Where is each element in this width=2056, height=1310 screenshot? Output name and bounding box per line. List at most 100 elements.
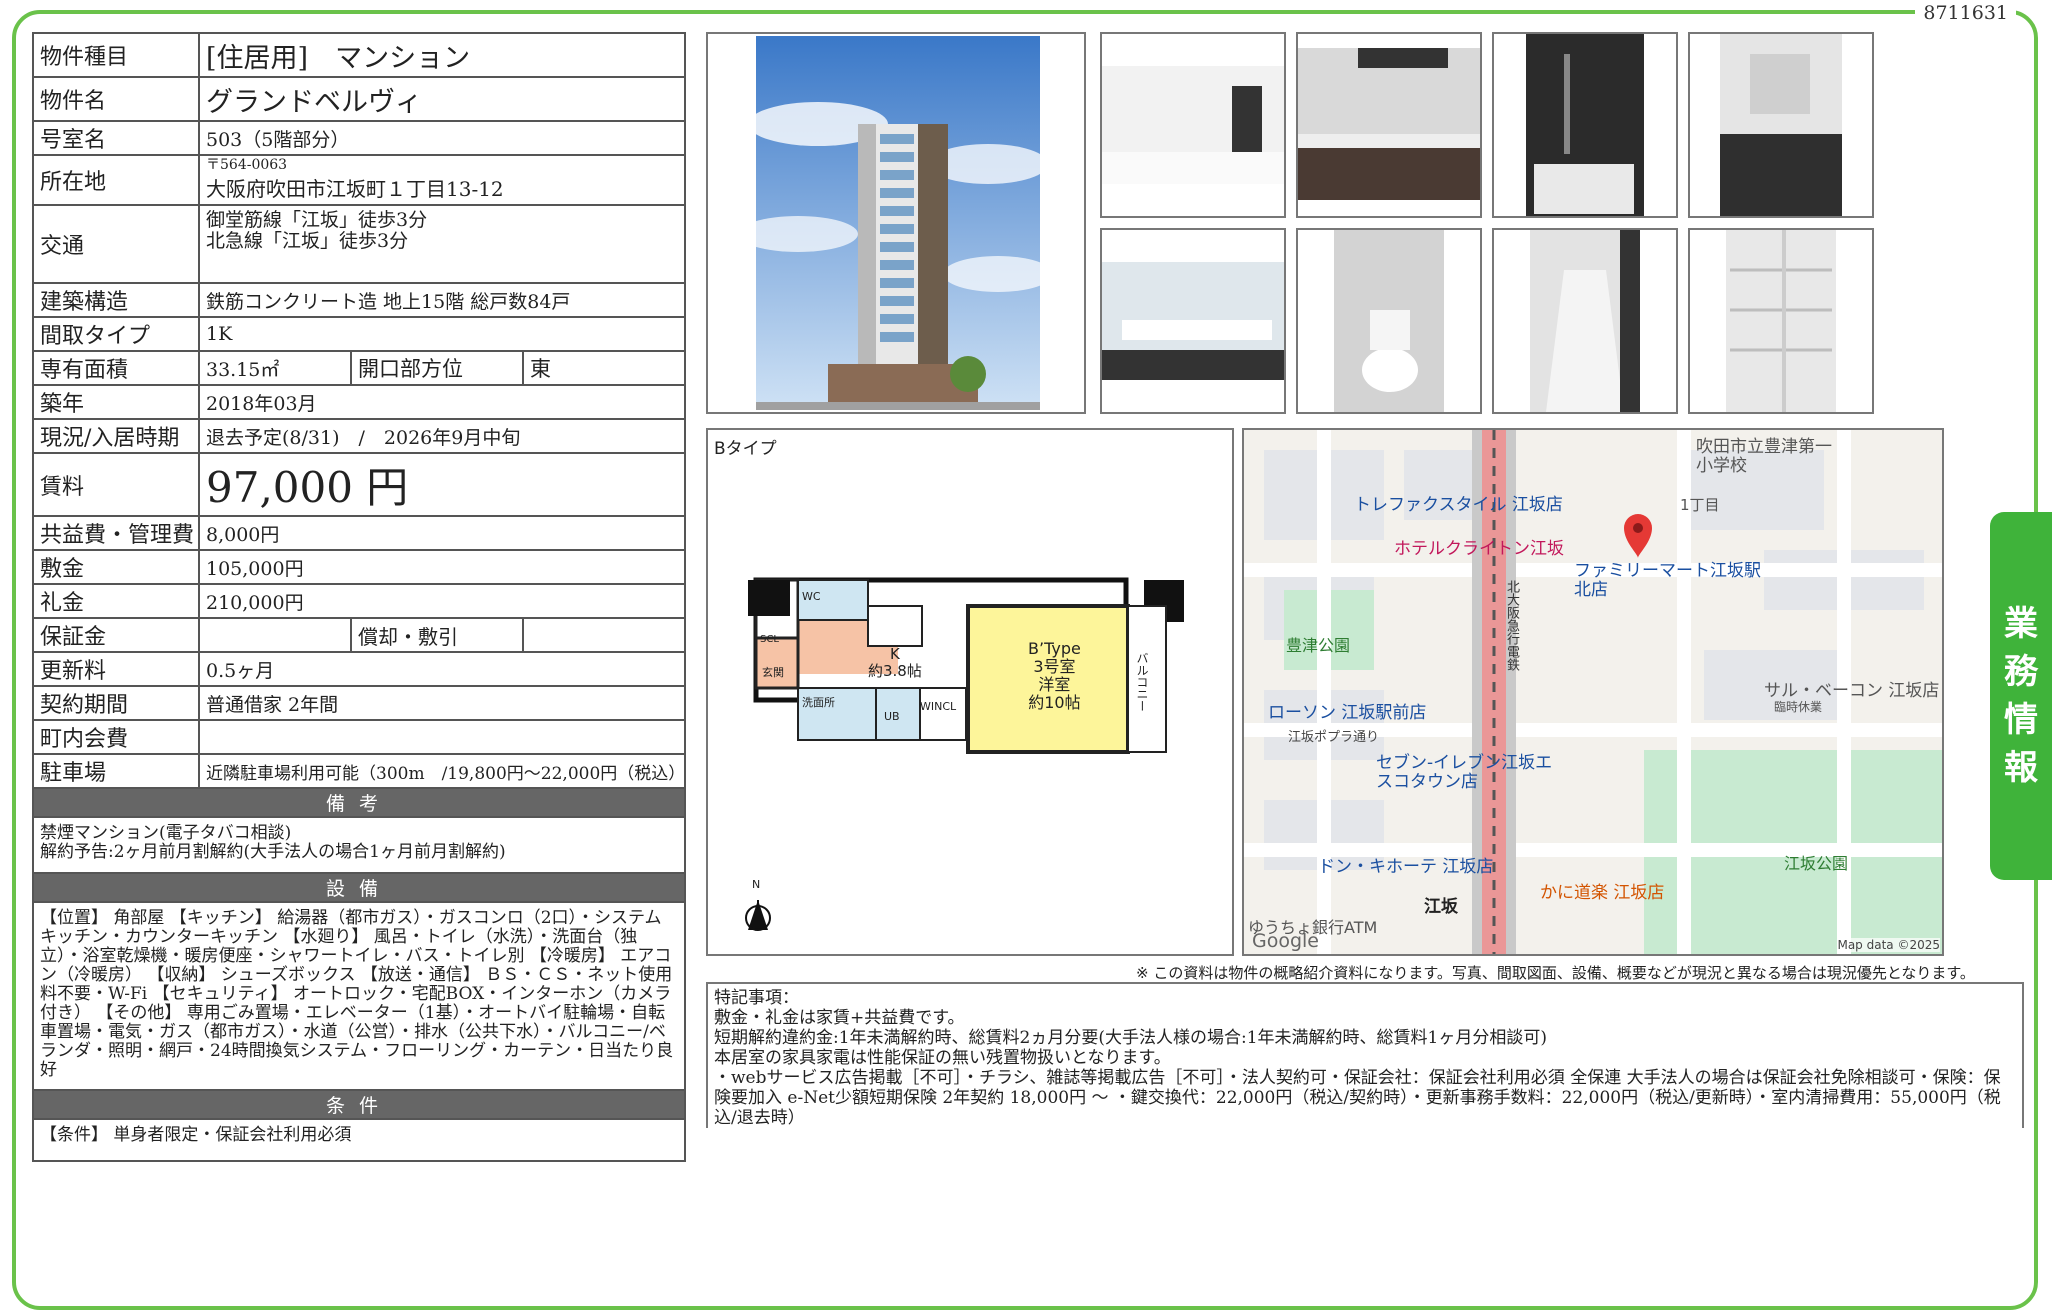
north-label: N (752, 878, 761, 891)
photo-thumbnail-storage[interactable] (1688, 32, 1874, 218)
built-value: 2018年03月 (197, 384, 687, 420)
layout-label: 間取タイプ (32, 316, 200, 352)
parking-label: 駐車場 (32, 753, 200, 789)
type-value: [住居用] マンション (197, 32, 687, 78)
layout-value: 1K (197, 316, 687, 352)
map-label-park2: 江坂公園 (1784, 854, 1849, 873)
storage-photo-icon (1720, 34, 1842, 216)
structure-value: 鉄筋コンクリート造 地上15階 総戸数84戸 (197, 282, 687, 318)
building-illustration (738, 36, 1053, 410)
joken-header: 条件 (31, 1089, 687, 1120)
biko-header: 備考 (31, 787, 687, 818)
access-line-1: 御堂筋線「江坂」徒歩3分 (206, 209, 428, 231)
area-value: 33.15㎡ (198, 350, 352, 386)
status-value: 退去予定(8/31) / 2026年9月中旬 (197, 418, 687, 454)
room-kind-text: 洋室 (1038, 675, 1071, 694)
photo-thumbnail-washbasin[interactable] (1100, 228, 1286, 414)
built-label: 築年 (32, 384, 200, 420)
photo-thumbnail-living[interactable] (1100, 32, 1286, 218)
room-label: 号室名 (32, 120, 200, 156)
town-fee-value (197, 719, 687, 755)
toilet-photo-icon (1334, 230, 1444, 412)
address-label: 所在地 (32, 154, 200, 206)
town-fee-label: 町内会費 (32, 719, 200, 755)
special-notes: 特記事項： 敷金・礼金は家賃+共益費です。 短期解約違約金:1年未満解約時、総賃… (706, 982, 2024, 1128)
contract-value: 普通借家 2年間 (197, 685, 687, 721)
status-label: 現況/入居時期 (32, 418, 200, 454)
side-tab-gyomu-joho[interactable]: 業 務 情 報 (1990, 512, 2052, 880)
map-label-donki: ドン・キホーテ 江坂店 (1318, 857, 1494, 877)
access-cell: 御堂筋線「江坂」徒歩3分 北急線「江坂」徒歩3分 (197, 204, 687, 284)
shokyaku-value (521, 617, 687, 653)
joken-content: 【条件】 単身者限定・保証会社利用必須 (31, 1118, 687, 1162)
special-notes-line: 本居室の家具家電は性能保証の無い残置物扱いとなります。 (714, 1048, 1171, 1068)
name-label: 物件名 (32, 76, 200, 122)
map-label-hotel: ホテルクライトン江坂 (1394, 539, 1564, 559)
special-notes-line: 敷金・礼金は家賃+共益費です。 (714, 1008, 965, 1028)
type-label: 物件種目 (32, 32, 200, 78)
photo-thumbnail-bath[interactable] (1492, 32, 1678, 218)
rent-label: 賃料 (32, 452, 200, 517)
photo-thumbnail-closet[interactable] (1688, 228, 1874, 414)
map-label-sal-note: 臨時休業 (1774, 700, 1823, 714)
biko-content: 禁煙マンション(電子タバコ相談) 解約予告:2ヶ月前月割解約(大手法人の場合1ヶ月… (31, 816, 687, 874)
fee-label: 共益費・管理費 (32, 515, 200, 551)
map-label-esaka-station: 江坂 (1424, 897, 1458, 917)
ub-label: UB (884, 710, 900, 723)
floor-plan-drawing (745, 577, 1184, 931)
closet-photo-icon (1726, 230, 1836, 412)
floor-plan[interactable]: Bタイプ B’Type 3号室 洋室 約10帖 K 約3.8帖 SCL 玄関 W… (706, 428, 1234, 956)
access-label: 交通 (32, 204, 200, 284)
bath-photo-icon (1526, 34, 1644, 216)
map-label-school: 吹田市立豊津第一小学校 (1696, 437, 1832, 476)
address-value: 大阪府吹田市江坂町１丁目13-12 (206, 177, 504, 201)
disclaimer-text: ※ この資料は物件の概略紹介資料になります。写真、間取図面、設備、概要などが現況… (1136, 964, 1975, 982)
guarantee-label: 保証金 (32, 617, 200, 653)
room-type-text: B’Type (1028, 639, 1081, 658)
setsubi-header: 設備 (31, 872, 687, 903)
photo-thumbnail-toilet[interactable] (1296, 228, 1482, 414)
key-money-label: 礼金 (32, 583, 200, 619)
map-attribution: Map data ©2025 (1837, 938, 1940, 952)
name-value: グランドベルヴィ (197, 76, 687, 122)
guarantee-value (198, 617, 352, 653)
side-tab-char: 業 (2004, 604, 2038, 644)
room-size-text: 約10帖 (1028, 693, 1081, 712)
kitchen-size-text: 約3.8帖 (868, 662, 922, 680)
map-label-kani: かに道楽 江坂店 (1540, 883, 1665, 903)
location-map[interactable]: 吹田市立豊津第一小学校 トレファクスタイル 江坂店 1丁目 ホテルクライトン江坂… (1242, 428, 1944, 956)
wincl-label: WINCL (920, 700, 957, 713)
parking-value: 近隣駐車場利用可能（300m /19,800円〜22,000円（税込） (197, 753, 687, 789)
washbasin-photo-icon (1102, 262, 1284, 380)
entrance-label: 玄関 (762, 666, 784, 679)
fee-value: 8,000円 (197, 515, 687, 551)
shokyaku-label: 償却・敷引 (350, 617, 524, 653)
address-zip: 〒564-0063 (206, 157, 288, 173)
renewal-value: 0.5ヶ月 (197, 651, 687, 687)
kitchen-photo-icon (1298, 48, 1480, 200)
special-notes-line: ・webサービス広告掲載［不可］・チラシ、雑誌等掲載広告［不可］・法人契約可・保… (714, 1068, 2001, 1128)
building-photo[interactable] (706, 32, 1086, 414)
balcony-label: バルコニー (1135, 652, 1149, 712)
biko-line: 解約予告:2ヶ月前月割解約(大手法人の場合1ヶ月前月割解約) (40, 842, 506, 862)
room-value: 503（5階部分） (197, 120, 687, 156)
document-number: 8711631 (1915, 2, 2016, 24)
side-tab-char: 報 (2004, 748, 2038, 788)
special-notes-title: 特記事項： (714, 988, 799, 1008)
kitchen-text: K (890, 645, 900, 663)
kitchen-label: K 約3.8帖 (868, 646, 922, 680)
photo-thumbnail-hallway[interactable] (1492, 228, 1678, 414)
photo-thumbnail-kitchen[interactable] (1296, 32, 1482, 218)
address-cell: 〒564-0063 大阪府吹田市江坂町１丁目13-12 (197, 154, 687, 206)
map-label-famima: ファミリーマート江坂駅北店 (1574, 561, 1761, 600)
map-label-railway: 北大阪急行電鉄 (1504, 580, 1519, 671)
special-notes-line: 短期解約違約金:1年未満解約時、総賃料2ヵ月分要(大手法人様の場合:1年未満解約… (714, 1028, 1547, 1048)
map-label-poplar: 江坂ポプラ通り (1288, 730, 1380, 745)
renewal-label: 更新料 (32, 651, 200, 687)
access-line-2: 北急線「江坂」徒歩3分 (206, 230, 409, 252)
area-label: 専有面積 (32, 350, 200, 386)
side-tab-char: 務 (2004, 652, 2038, 692)
property-info-table: 物件種目 [住居用] マンション 物件名 グランドベルヴィ 号室名 503（5階部分）… (31, 32, 687, 1162)
setsubi-content: 【位置】 角部屋 【キッチン】 給湯器（都市ガス）・ガスコンロ（2口）・システム… (31, 901, 687, 1091)
wc-label: WC (802, 590, 821, 603)
